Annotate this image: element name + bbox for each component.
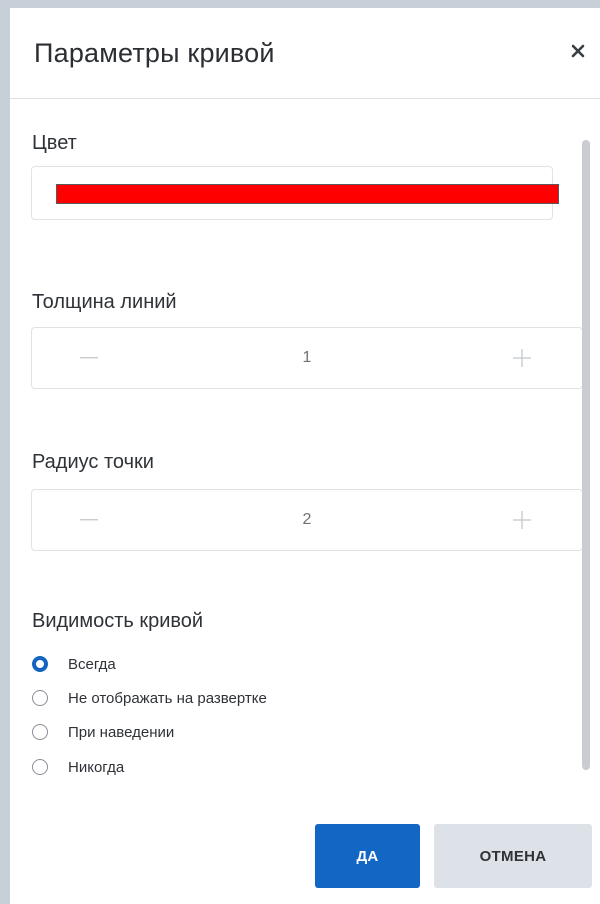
visibility-option-on-hover[interactable]: При наведении — [32, 720, 174, 744]
dialog-title: Параметры кривой — [34, 38, 275, 68]
radio-clip: Никогда — [10, 748, 580, 779]
line-width-label: Толщина линий — [32, 291, 177, 313]
cancel-button[interactable]: ОТМЕНА — [434, 824, 592, 888]
line-width-decrement-button[interactable] — [59, 328, 119, 388]
visibility-option-label: При наведении — [68, 723, 175, 741]
point-radius-increment-button[interactable] — [492, 490, 552, 550]
radio-on-hover[interactable] — [32, 724, 48, 740]
minus-icon — [80, 357, 98, 359]
visibility-option-always[interactable]: Всегда — [32, 652, 116, 676]
line-width-stepper: 1 — [31, 327, 583, 389]
point-radius-stepper: 2 — [31, 489, 583, 551]
minus-icon — [80, 519, 98, 521]
point-radius-decrement-button[interactable] — [59, 490, 119, 550]
visibility-option-never[interactable]: Никогда — [32, 755, 124, 779]
curve-settings-dialog: Параметры кривой Цвет Толщина линий 1 Ра… — [10, 8, 600, 904]
plus-icon — [513, 349, 531, 367]
ok-button[interactable]: ДА — [315, 824, 420, 888]
close-button[interactable] — [565, 38, 591, 64]
visibility-label: Видимость кривой — [32, 610, 204, 632]
visibility-option-label: Не отображать на развертке — [68, 689, 267, 707]
radio-never[interactable] — [32, 759, 48, 775]
dialog-header: Параметры кривой — [10, 8, 600, 99]
color-label: Цвет — [32, 132, 77, 154]
color-swatch — [56, 184, 559, 204]
line-width-value[interactable]: 1 — [232, 328, 382, 388]
radio-hide-on-scan[interactable] — [32, 690, 48, 706]
visibility-option-label: Никогда — [68, 758, 125, 776]
line-width-increment-button[interactable] — [492, 328, 552, 388]
scrollbar[interactable] — [582, 140, 590, 770]
color-picker[interactable] — [31, 166, 559, 220]
point-radius-value[interactable]: 2 — [232, 490, 382, 550]
visibility-option-label: Всегда — [68, 655, 116, 673]
visibility-option-hide-on-scan[interactable]: Не отображать на развертке — [32, 686, 267, 710]
close-icon — [571, 44, 585, 58]
point-radius-label: Радиус точки — [32, 451, 154, 473]
plus-icon — [513, 511, 531, 529]
radio-always[interactable] — [32, 656, 48, 672]
